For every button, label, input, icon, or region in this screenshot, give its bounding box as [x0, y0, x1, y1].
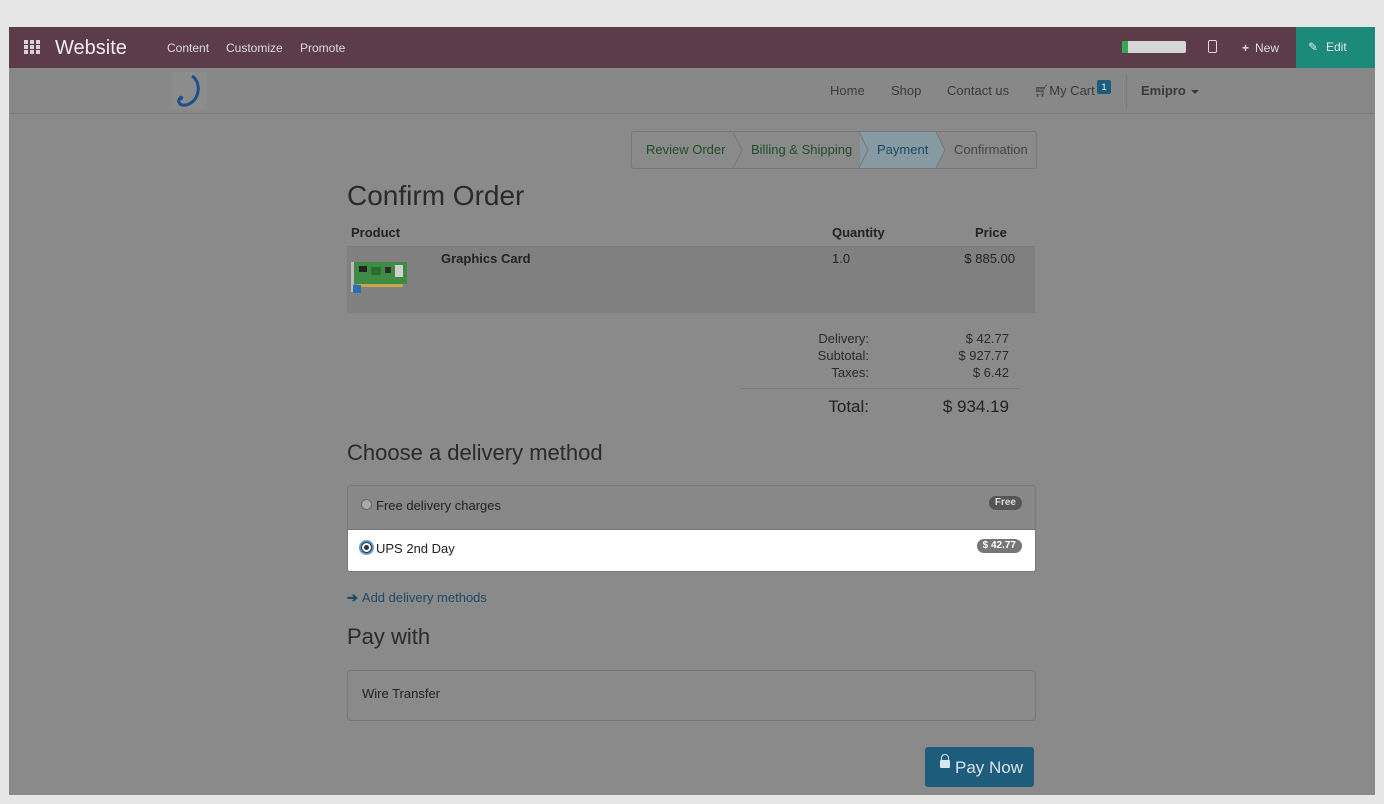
delivery-option-label: Free delivery charges: [376, 498, 501, 513]
menu-promote[interactable]: Promote: [300, 41, 345, 55]
browser-viewport: Website Content Customize Promote + New ✎…: [9, 27, 1375, 795]
lock-icon: [940, 754, 950, 768]
delivery-amount: $ 42.77: [965, 331, 1009, 346]
progress-fill: [1122, 41, 1129, 53]
chevron-right-icon: [733, 132, 743, 168]
user-menu[interactable]: Emipro: [1141, 83, 1199, 98]
taxes-amount: $ 6.42: [972, 365, 1009, 380]
chevron-right-icon: [936, 132, 946, 168]
wizard-step-confirmation: Confirmation: [954, 142, 1028, 157]
nav-my-cart[interactable]: 🛒︎My Cart: [1034, 83, 1095, 98]
progress-indicator[interactable]: [1122, 41, 1186, 53]
pay-now-button[interactable]: Pay Now: [925, 747, 1034, 787]
menu-content[interactable]: Content: [167, 41, 209, 55]
payment-method-box[interactable]: Wire Transfer: [347, 670, 1036, 721]
page-title: Confirm Order: [347, 180, 525, 211]
cart-icon: 🛒︎: [1034, 84, 1050, 98]
wizard-step-payment[interactable]: Payment: [877, 142, 928, 157]
app-title[interactable]: Website: [55, 37, 127, 60]
cart-count-badge: 1: [1097, 80, 1111, 94]
subtotal-label: Subtotal:: [817, 348, 869, 363]
delivery-option-ups[interactable]: UPS 2nd Day $ 42.77: [348, 529, 1035, 571]
delivery-option-free[interactable]: Free delivery charges Free: [348, 486, 1035, 529]
pencil-icon: ✎: [1308, 40, 1319, 54]
product-name[interactable]: Graphics Card: [441, 251, 531, 266]
caret-down-icon: [1190, 89, 1199, 94]
chevron-right-icon: [859, 132, 869, 168]
delivery-option-label: UPS 2nd Day: [376, 541, 455, 556]
cart-label: My Cart: [1049, 83, 1095, 98]
edit-button-label: Edit: [1326, 40, 1347, 54]
total-amount: $ 934.19: [942, 397, 1009, 416]
delivery-price-badge: $ 42.77: [976, 539, 1022, 553]
nav-contact-us[interactable]: Contact us: [947, 83, 1009, 98]
delivery-section-title: Choose a delivery method: [347, 440, 603, 465]
wizard-step-billing-shipping[interactable]: Billing & Shipping: [751, 142, 852, 157]
checkout-wizard: Review Order Billing & Shipping Payment …: [631, 131, 1037, 169]
radio-free-delivery[interactable]: [361, 499, 372, 510]
user-name: Emipro: [1141, 83, 1186, 98]
total-divider: [741, 388, 1019, 389]
product-quantity: 1.0: [832, 251, 851, 266]
new-button[interactable]: + New: [1242, 41, 1279, 55]
column-header-product: Product: [351, 225, 401, 240]
nav-home[interactable]: Home: [830, 83, 865, 98]
product-image[interactable]: [351, 259, 409, 299]
nav-divider: [1126, 74, 1127, 108]
subtotal-amount: $ 927.77: [958, 348, 1009, 363]
nav-shop[interactable]: Shop: [891, 83, 921, 98]
edit-button[interactable]: ✎ Edit: [1296, 27, 1375, 68]
new-button-label: New: [1255, 41, 1280, 55]
mobile-preview-icon[interactable]: [1208, 40, 1217, 53]
arrow-right-icon: ➔: [347, 590, 358, 605]
pay-now-label: Pay Now: [955, 758, 1024, 777]
menu-customize[interactable]: Customize: [226, 41, 283, 55]
payment-section-title: Pay with: [347, 624, 431, 649]
column-header-quantity: Quantity: [832, 225, 885, 240]
delivery-price-badge: Free: [988, 496, 1022, 510]
delivery-label: Delivery:: [818, 331, 869, 346]
apps-grid-icon[interactable]: [24, 40, 40, 54]
company-logo[interactable]: [172, 72, 206, 110]
site-header: Home Shop Contact us 🛒︎My Cart 1 Emipro: [9, 68, 1375, 114]
delivery-method-list: Free delivery charges Free UPS 2nd Day $…: [347, 485, 1036, 572]
wizard-step-review-order[interactable]: Review Order: [646, 142, 725, 157]
admin-bar: Website Content Customize Promote + New ✎…: [9, 27, 1375, 68]
product-price: $ 885.00: [964, 251, 1015, 266]
radio-ups-2nd-day[interactable]: [361, 542, 372, 553]
plus-icon: +: [1242, 41, 1250, 55]
add-delivery-methods-link[interactable]: ➔ Add delivery methods: [347, 590, 487, 606]
add-delivery-methods-label: Add delivery methods: [361, 590, 487, 605]
taxes-label: Taxes:: [831, 365, 869, 380]
payment-method-label: Wire Transfer: [362, 686, 441, 701]
total-label: Total:: [828, 397, 869, 416]
column-header-price: Price: [975, 225, 1007, 240]
